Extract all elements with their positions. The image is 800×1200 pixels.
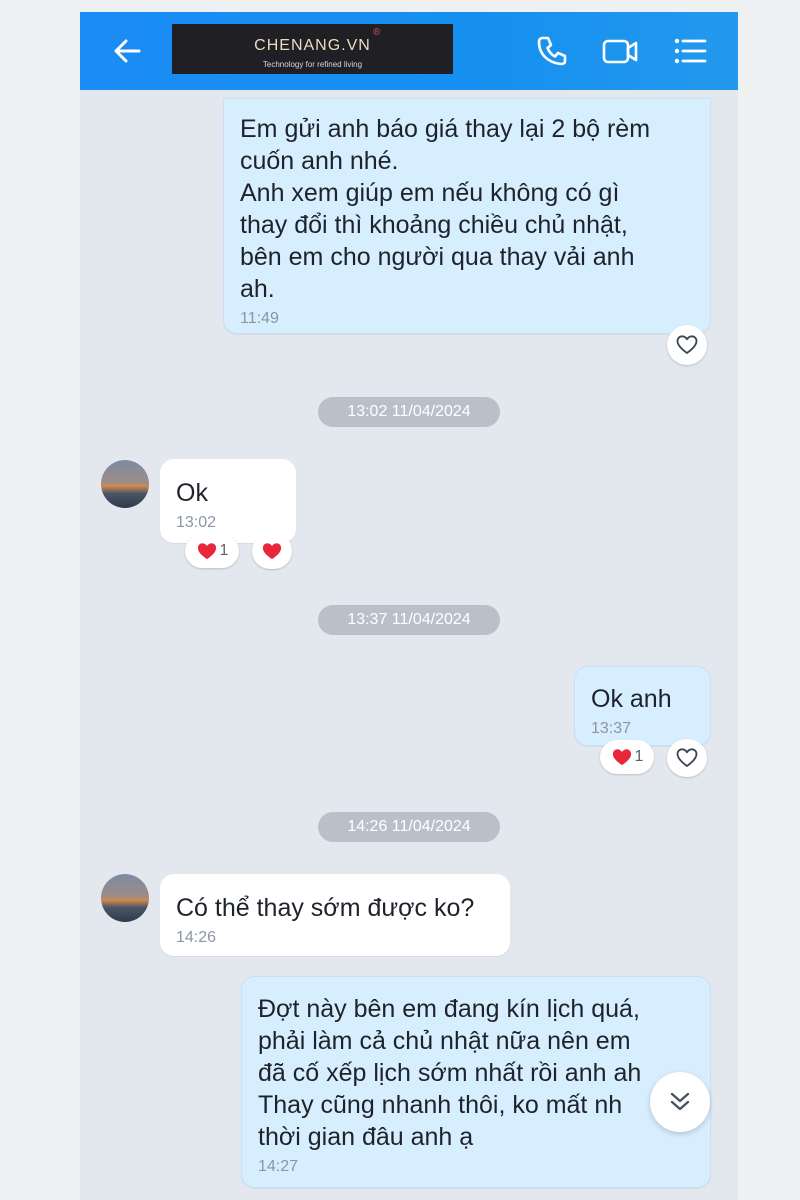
date-separator: 14:26 11/04/2024	[318, 812, 500, 842]
arrow-left-icon[interactable]	[108, 31, 148, 71]
heart-filled-icon	[612, 749, 631, 766]
logo-registered-mark: ®	[373, 27, 381, 38]
message-time: 13:37	[591, 720, 632, 737]
date-separator: 13:02 11/04/2024	[318, 397, 500, 427]
message-text: Ok anh	[591, 685, 672, 713]
avatar[interactable]	[101, 874, 149, 922]
reaction-badge[interactable]: 1	[185, 534, 239, 568]
scroll-to-bottom-button[interactable]	[650, 1072, 710, 1132]
heart-outline-icon	[676, 335, 698, 354]
reaction-badge[interactable]: 1	[600, 740, 654, 774]
heart-outline-icon	[676, 748, 698, 767]
logo-tagline: Technology for refined living	[262, 60, 363, 69]
react-button[interactable]	[252, 533, 292, 569]
like-button[interactable]	[667, 739, 707, 777]
message-text: Em gửi anh báo giá thay lại 2 bộ rèm cuố…	[240, 115, 651, 303]
phone-icon[interactable]	[532, 31, 572, 71]
message-bubble-incoming[interactable]: Ok 13:02	[160, 459, 296, 543]
heart-filled-icon	[262, 543, 282, 560]
message-bubble-outgoing[interactable]: Đợt này bên em đang kín lịch quá, phải l…	[241, 976, 711, 1188]
message-text: Đợt này bên em đang kín lịch quá, phải l…	[258, 995, 642, 1151]
double-chevron-down-icon	[670, 1092, 690, 1111]
message-text: Ok	[176, 479, 208, 507]
reaction-count: 1	[219, 542, 229, 559]
chat-header: CHENANG.VN ® Technology for refined livi…	[80, 12, 738, 90]
message-text: Có thể thay sớm được ko?	[176, 894, 475, 922]
list-menu-icon[interactable]	[670, 31, 710, 71]
chat-screen: CHENANG.VN ® Technology for refined livi…	[80, 12, 738, 1200]
message-time: 14:26	[176, 929, 217, 946]
heart-filled-icon	[197, 543, 216, 560]
message-time: 14:27	[258, 1158, 299, 1175]
reaction-count: 1	[634, 748, 644, 765]
logo-name: CHENANG.VN	[254, 37, 371, 54]
message-bubble-outgoing[interactable]: Em gửi anh báo giá thay lại 2 bộ rèm cuố…	[223, 98, 711, 334]
date-separator: 13:37 11/04/2024	[318, 605, 500, 635]
message-bubble-incoming[interactable]: Có thể thay sớm được ko? 14:26	[160, 874, 510, 956]
avatar[interactable]	[101, 460, 149, 508]
message-time: 11:49	[240, 310, 279, 327]
video-call-icon[interactable]	[600, 31, 640, 71]
message-bubble-outgoing[interactable]: Ok anh 13:37	[574, 666, 711, 746]
like-button[interactable]	[667, 325, 707, 365]
watermark-logo: CHENANG.VN ® Technology for refined livi…	[172, 24, 453, 74]
message-time: 13:02	[176, 514, 217, 531]
